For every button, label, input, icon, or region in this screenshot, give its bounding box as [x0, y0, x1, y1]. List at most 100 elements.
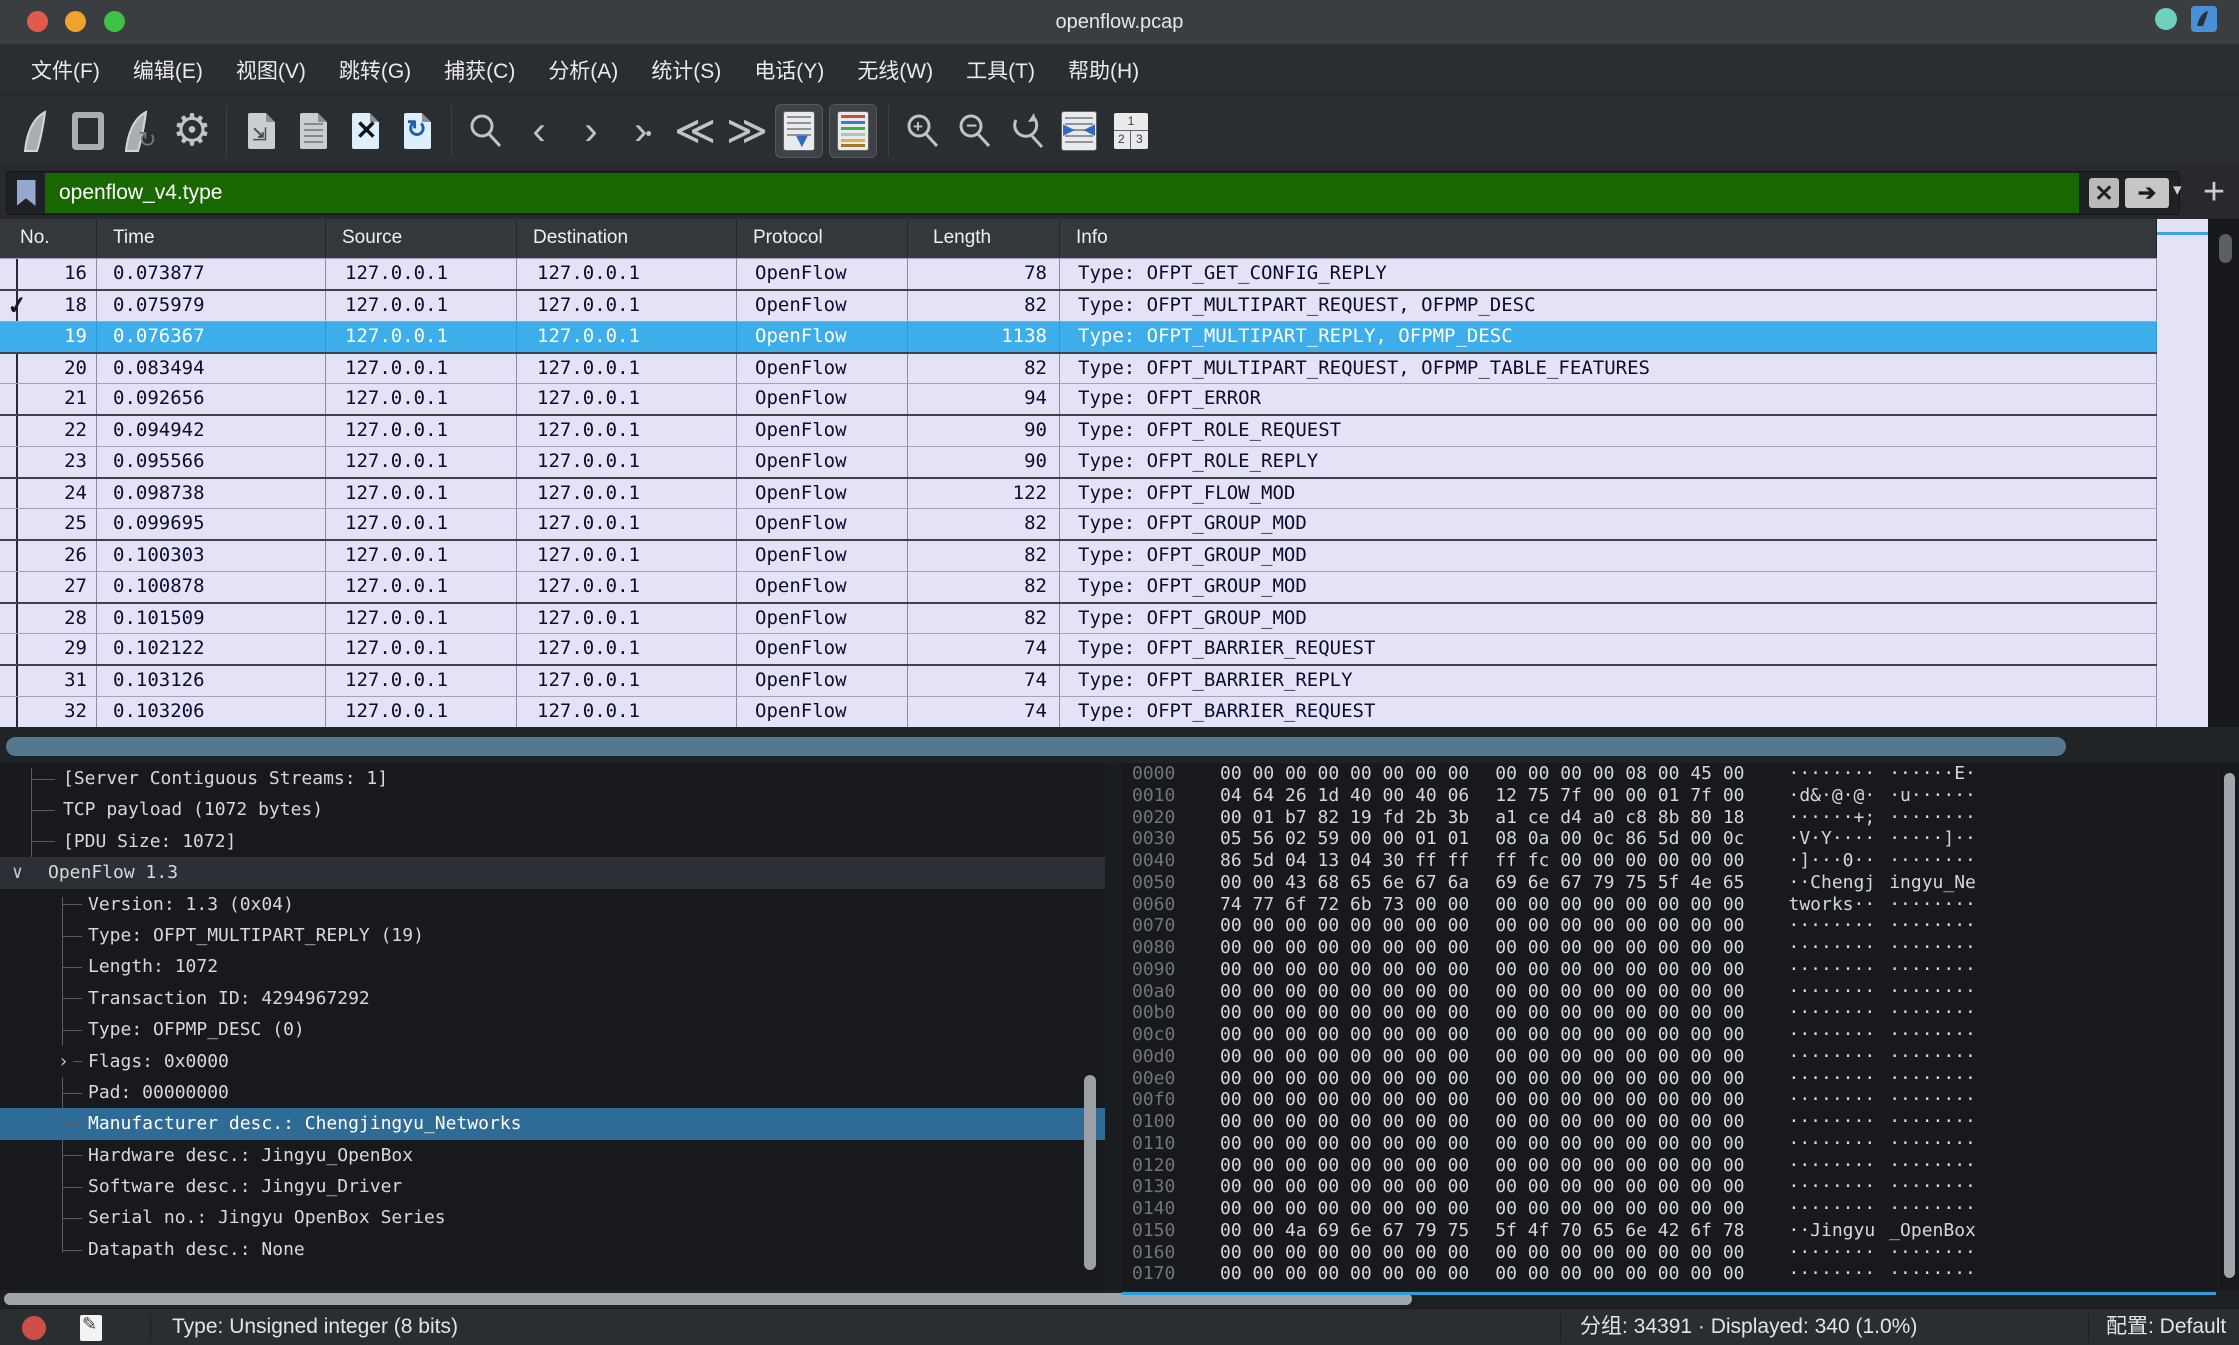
close-file-button[interactable]: ✕ [339, 102, 391, 160]
packet-row[interactable]: 26 0.100303 127.0.0.1 127.0.0.1 OpenFlow… [0, 539, 2157, 570]
packet-row[interactable]: 27 0.100878 127.0.0.1 127.0.0.1 OpenFlow… [0, 571, 2157, 602]
hex-row[interactable]: 0160 00 00 00 00 00 00 00 00 00 00 00 00… [1122, 1242, 2216, 1264]
packet-row[interactable]: 21 0.092656 127.0.0.1 127.0.0.1 OpenFlow… [0, 383, 2157, 414]
menu-item[interactable]: 电话(Y) [739, 55, 839, 85]
column-header[interactable]: Source [326, 219, 517, 258]
hex-row[interactable]: 0080 00 00 00 00 00 00 00 00 00 00 00 00… [1122, 937, 2216, 959]
resize-columns-button[interactable]: ▶ ◀ [1053, 102, 1105, 160]
packet-row[interactable]: 20 0.083494 127.0.0.1 127.0.0.1 OpenFlow… [0, 352, 2157, 383]
open-file-button[interactable]: ⇲ [235, 102, 287, 160]
scrollbar-thumb[interactable] [2219, 234, 2232, 263]
menu-item[interactable]: 捕获(C) [429, 55, 530, 85]
hex-row[interactable]: 0060 74 77 6f 72 6b 73 00 00 00 00 00 00… [1122, 894, 2216, 916]
detail-row[interactable]: Manufacturer desc.: Chengjingyu_Networks [0, 1108, 1105, 1139]
hex-row[interactable]: 0120 00 00 00 00 00 00 00 00 00 00 00 00… [1122, 1155, 2216, 1177]
expander-icon[interactable]: ∨ [12, 857, 23, 888]
hex-row[interactable]: 0050 00 00 43 68 65 6e 67 6a 69 6e 67 79… [1122, 872, 2216, 894]
zoom-reset-button[interactable] [1001, 102, 1053, 160]
detail-row[interactable]: Hardware desc.: Jingyu_OpenBox [0, 1140, 1105, 1171]
zoom-out-button[interactable]: − [949, 102, 1001, 160]
hex-row[interactable]: 00f0 00 00 00 00 00 00 00 00 00 00 00 00… [1122, 1089, 2216, 1111]
detail-row[interactable]: Software desc.: Jingyu_Driver [0, 1171, 1105, 1202]
packet-row[interactable]: 18 0.075979 127.0.0.1 127.0.0.1 OpenFlow… [0, 289, 2157, 320]
detail-vertical-scrollbar[interactable] [1082, 763, 1098, 1290]
detail-row[interactable]: Version: 1.3 (0x04) [0, 889, 1105, 920]
packet-row[interactable]: 19 0.076367 127.0.0.1 127.0.0.1 OpenFlow… [0, 321, 2157, 352]
scrollbar-thumb[interactable] [6, 737, 2066, 756]
menu-item[interactable]: 工具(T) [951, 55, 1050, 85]
hex-row[interactable]: 0030 05 56 02 59 00 00 01 01 08 0a 00 0c… [1122, 828, 2216, 850]
detail-row[interactable]: ∨ OpenFlow 1.3 [0, 857, 1105, 888]
column-header[interactable]: Time [97, 219, 326, 258]
layout-button[interactable]: 1 2 3 [1105, 102, 1157, 160]
menu-item[interactable]: 跳转(G) [324, 55, 426, 85]
go-back-button[interactable]: ‹ [512, 102, 564, 160]
packet-row[interactable]: 16 0.073877 127.0.0.1 127.0.0.1 OpenFlow… [0, 258, 2157, 289]
save-file-button[interactable] [287, 102, 339, 160]
hex-row[interactable]: 0170 00 00 00 00 00 00 00 00 00 00 00 00… [1122, 1263, 2216, 1285]
hex-row[interactable]: 0040 86 5d 04 13 04 30 ff ff ff fc 00 00… [1122, 850, 2216, 872]
packet-row[interactable]: 23 0.095566 127.0.0.1 127.0.0.1 OpenFlow… [0, 446, 2157, 477]
hex-row[interactable]: 0090 00 00 00 00 00 00 00 00 00 00 00 00… [1122, 959, 2216, 981]
menu-item[interactable]: 分析(A) [533, 55, 633, 85]
restart-capture-button[interactable]: ↻ [114, 102, 166, 160]
hex-row[interactable]: 00a0 00 00 00 00 00 00 00 00 00 00 00 00… [1122, 981, 2216, 1003]
colorize-toggle[interactable] [829, 104, 877, 158]
packet-row[interactable]: 24 0.098738 127.0.0.1 127.0.0.1 OpenFlow… [0, 477, 2157, 508]
detail-row[interactable]: Transaction ID: 4294967292 [0, 983, 1105, 1014]
capture-options-button[interactable]: ⚙ [166, 102, 218, 160]
stop-capture-button[interactable] [62, 102, 114, 160]
column-header[interactable]: Protocol [737, 219, 908, 258]
hex-row[interactable]: 00b0 00 00 00 00 00 00 00 00 00 00 00 00… [1122, 1002, 2216, 1024]
menu-item[interactable]: 帮助(H) [1053, 55, 1154, 85]
hex-row[interactable]: 00c0 00 00 00 00 00 00 00 00 00 00 00 00… [1122, 1024, 2216, 1046]
hex-row[interactable]: 00e0 00 00 00 00 00 00 00 00 00 00 00 00… [1122, 1068, 2216, 1090]
menu-item[interactable]: 文件(F) [16, 55, 115, 85]
hex-row[interactable]: 0010 04 64 26 1d 40 00 40 06 12 75 7f 00… [1122, 785, 2216, 807]
start-capture-button[interactable] [10, 102, 62, 160]
expander-icon[interactable]: › [58, 1046, 73, 1077]
column-header[interactable]: Length [908, 219, 1060, 258]
column-header[interactable]: Info [1060, 219, 2157, 258]
packet-row[interactable]: 31 0.103126 127.0.0.1 127.0.0.1 OpenFlow… [0, 664, 2157, 695]
auto-scroll-toggle[interactable]: ▼ [775, 104, 823, 158]
expert-info-icon[interactable] [22, 1316, 46, 1340]
packet-row[interactable]: 29 0.102122 127.0.0.1 127.0.0.1 OpenFlow… [0, 633, 2157, 664]
go-to-packet-button[interactable]: ›• [616, 102, 668, 160]
hex-row[interactable]: 0070 00 00 00 00 00 00 00 00 00 00 00 00… [1122, 915, 2216, 937]
reload-file-button[interactable]: ↻ [391, 102, 443, 160]
detail-row[interactable]: [PDU Size: 1072] [0, 826, 1105, 857]
capture-comment-icon[interactable]: ✎ [80, 1315, 102, 1341]
go-forward-button[interactable]: › [564, 102, 616, 160]
packet-row[interactable]: 28 0.101509 127.0.0.1 127.0.0.1 OpenFlow… [0, 602, 2157, 633]
filter-dropdown-caret[interactable]: ▾ [2173, 180, 2182, 200]
packet-row[interactable]: 22 0.094942 127.0.0.1 127.0.0.1 OpenFlow… [0, 414, 2157, 445]
go-last-packet-button[interactable]: ≫ [720, 102, 772, 160]
packet-row[interactable]: 32 0.103206 127.0.0.1 127.0.0.1 OpenFlow… [0, 696, 2157, 727]
scrollbar-thumb[interactable] [1084, 1075, 1096, 1270]
packet-list-vertical-scrollbar[interactable] [2208, 219, 2239, 727]
hex-row[interactable]: 0130 00 00 00 00 00 00 00 00 00 00 00 00… [1122, 1176, 2216, 1198]
hex-row[interactable]: 0150 00 00 4a 69 6e 67 79 75 5f 4f 70 65… [1122, 1220, 2216, 1242]
detail-row[interactable]: [Server Contiguous Streams: 1] [0, 763, 1105, 794]
filter-clear-button[interactable]: ✕ [2089, 178, 2119, 208]
filter-bookmark-button[interactable] [7, 172, 45, 214]
hex-vertical-scrollbar[interactable] [2220, 763, 2239, 1290]
zoom-in-button[interactable]: + [897, 102, 949, 160]
hex-row[interactable]: 0110 00 00 00 00 00 00 00 00 00 00 00 00… [1122, 1133, 2216, 1155]
detail-row[interactable]: Datapath desc.: None [0, 1234, 1105, 1265]
filter-add-button[interactable]: + [2194, 170, 2234, 214]
column-header[interactable]: No. [0, 219, 97, 258]
hex-row[interactable]: 0140 00 00 00 00 00 00 00 00 00 00 00 00… [1122, 1198, 2216, 1220]
detail-row[interactable]: Type: OFPMP_DESC (0) [0, 1014, 1105, 1045]
detail-row[interactable]: TCP payload (1072 bytes) [0, 794, 1105, 825]
hex-row[interactable]: 00d0 00 00 00 00 00 00 00 00 00 00 00 00… [1122, 1046, 2216, 1068]
profile-status[interactable]: 配置: Default [2106, 1309, 2226, 1345]
detail-row[interactable]: › Flags: 0x0000 [0, 1046, 1105, 1077]
packet-list-horizontal-scrollbar[interactable] [0, 727, 2239, 763]
column-header[interactable]: Destination [517, 219, 737, 258]
hex-row[interactable]: 0100 00 00 00 00 00 00 00 00 00 00 00 00… [1122, 1111, 2216, 1133]
detail-row[interactable]: Length: 1072 [0, 951, 1105, 982]
find-packet-button[interactable] [460, 102, 512, 160]
hex-row[interactable]: 0020 00 01 b7 82 19 fd 2b 3b a1 ce d4 a0… [1122, 807, 2216, 829]
